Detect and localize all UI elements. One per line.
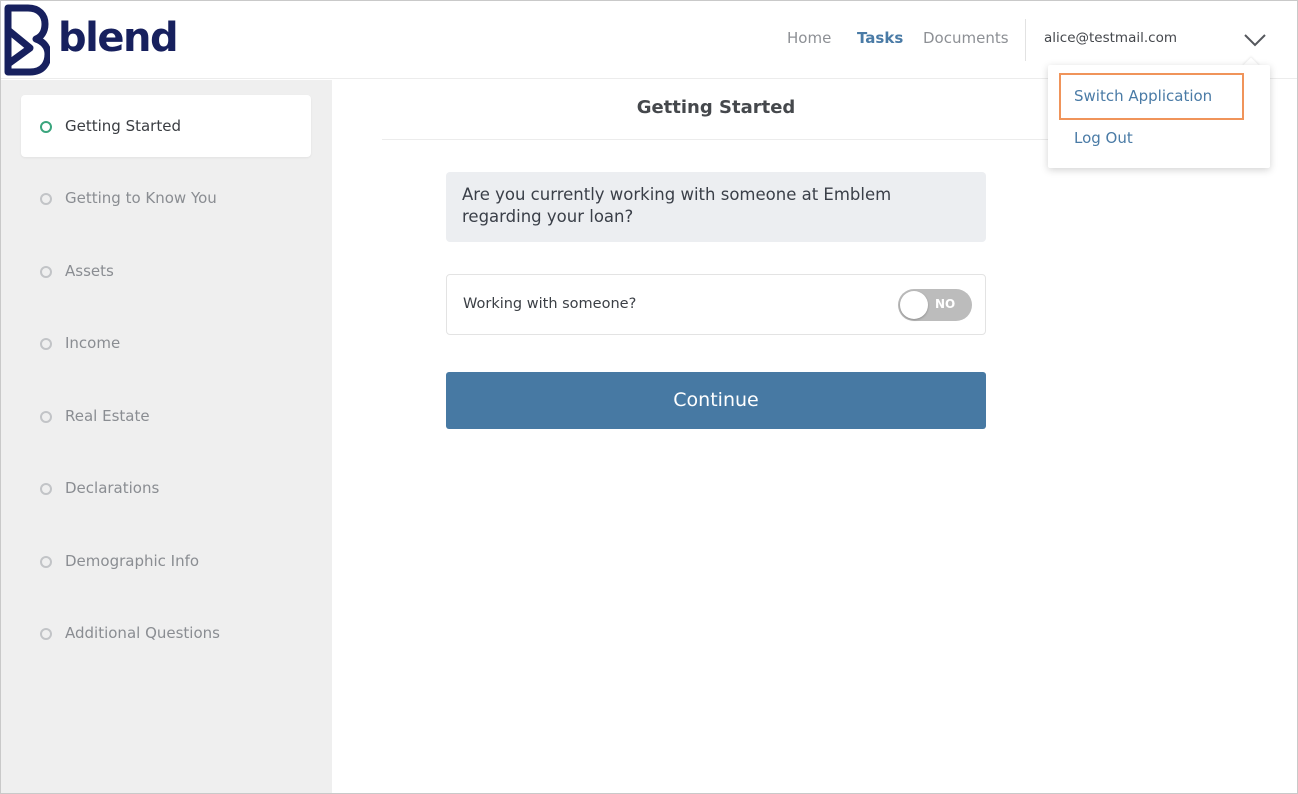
app-window: blend Home Tasks Documents alice@testmai… — [0, 0, 1298, 794]
sidebar-item-real-estate[interactable]: Real Estate — [1, 385, 332, 447]
user-email[interactable]: alice@testmail.com — [1044, 30, 1177, 46]
menu-item-switch-application[interactable]: Switch Application — [1074, 87, 1212, 105]
sidebar-item-label: Additional Questions — [65, 624, 220, 642]
step-status-icon — [40, 411, 52, 423]
step-status-icon — [40, 266, 52, 278]
sidebar-item-getting-started[interactable]: Getting Started — [21, 95, 311, 157]
step-status-icon — [40, 121, 52, 133]
sidebar-item-getting-to-know-you[interactable]: Getting to Know You — [1, 167, 332, 229]
working-with-someone-toggle[interactable]: NO — [898, 289, 972, 321]
toggle-state-text: NO — [935, 297, 956, 311]
step-status-icon — [40, 483, 52, 495]
working-with-someone-field: Working with someone? NO — [446, 274, 986, 335]
step-status-icon — [40, 628, 52, 640]
sidebar-item-label: Getting Started — [65, 117, 181, 135]
header-divider — [1025, 19, 1026, 61]
nav-home[interactable]: Home — [787, 29, 831, 47]
title-divider — [382, 139, 1050, 140]
sidebar-item-label: Getting to Know You — [65, 189, 217, 207]
step-status-icon — [40, 556, 52, 568]
sidebar-item-income[interactable]: Income — [1, 312, 332, 374]
question-prompt: Are you currently working with someone a… — [446, 172, 986, 242]
sidebar-item-label: Income — [65, 334, 121, 352]
step-status-icon — [40, 338, 52, 350]
sidebar-item-declarations[interactable]: Declarations — [1, 457, 332, 519]
brand-logo[interactable]: blend — [4, 4, 179, 76]
step-status-icon — [40, 193, 52, 205]
sidebar-item-additional-questions[interactable]: Additional Questions — [1, 602, 332, 664]
sidebar-item-assets[interactable]: Assets — [1, 240, 332, 302]
brand-name: blend — [58, 15, 179, 61]
sidebar-item-label: Declarations — [65, 479, 160, 497]
chevron-down-icon[interactable] — [1241, 27, 1269, 51]
blend-logo-icon — [4, 4, 50, 76]
continue-button[interactable]: Continue — [446, 372, 986, 429]
nav-documents[interactable]: Documents — [923, 29, 1009, 47]
sidebar-item-label: Real Estate — [65, 407, 150, 425]
nav-tasks[interactable]: Tasks — [857, 29, 903, 47]
toggle-label: Working with someone? — [463, 296, 637, 312]
sidebar-item-label: Demographic Info — [65, 552, 200, 570]
sidebar-item-demographic-info[interactable]: Demographic Info — [1, 530, 332, 592]
page-title: Getting Started — [636, 97, 796, 118]
menu-item-log-out[interactable]: Log Out — [1074, 129, 1133, 147]
sidebar-item-label: Assets — [65, 262, 114, 280]
toggle-knob — [900, 291, 928, 319]
user-dropdown-menu: Switch Application Log Out — [1048, 65, 1270, 168]
sidebar: Getting Started Getting to Know You Asse… — [1, 80, 332, 793]
